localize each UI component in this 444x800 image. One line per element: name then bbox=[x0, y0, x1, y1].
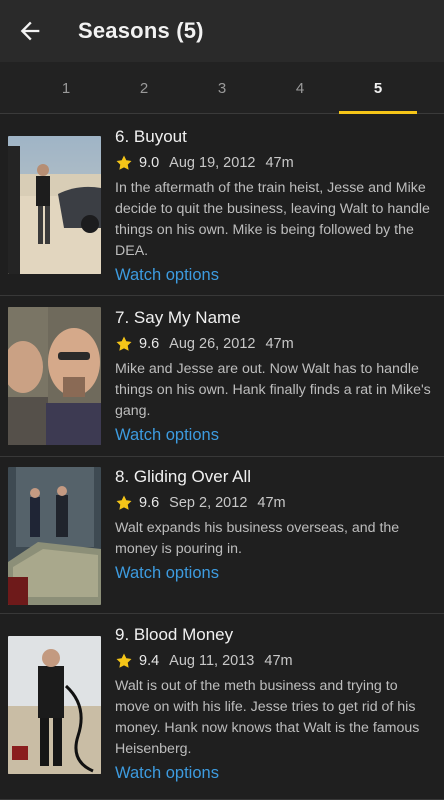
watch-options-link[interactable]: Watch options bbox=[115, 264, 219, 286]
app-bar: Seasons (5) bbox=[0, 0, 444, 62]
episode-row[interactable]: 9. Blood Money 9.4 Aug 11, 2013 47m Walt… bbox=[0, 614, 444, 800]
watch-options-link[interactable]: Watch options bbox=[115, 762, 219, 784]
episode-title[interactable]: 9. Blood Money bbox=[115, 624, 434, 646]
tab-season-3[interactable]: 3 bbox=[183, 62, 261, 114]
episode-air-date: Sep 2, 2012 bbox=[169, 495, 248, 511]
episode-air-date: Aug 26, 2012 bbox=[169, 336, 256, 352]
star-icon bbox=[116, 155, 132, 170]
episode-description: Walt is out of the meth business and try… bbox=[115, 678, 420, 757]
episode-rating: 9.6 bbox=[139, 336, 160, 352]
watch-options-link[interactable]: Watch options bbox=[115, 424, 219, 446]
episode-air-date: Aug 19, 2012 bbox=[169, 155, 256, 171]
star-icon bbox=[116, 336, 132, 351]
episode-rating: 9.6 bbox=[139, 495, 160, 511]
episode-description: Walt expands his business overseas, and … bbox=[115, 520, 400, 557]
episode-title[interactable]: 7. Say My Name bbox=[115, 307, 434, 329]
episode-thumbnail[interactable] bbox=[8, 136, 101, 274]
episode-title[interactable]: 6. Buyout bbox=[115, 126, 434, 148]
episode-runtime: 47m bbox=[265, 155, 294, 171]
episode-thumbnail[interactable] bbox=[8, 636, 101, 774]
episode-air-date: Aug 11, 2013 bbox=[169, 653, 255, 669]
tab-season-5[interactable]: 5 bbox=[339, 62, 417, 114]
episode-runtime: 47m bbox=[257, 495, 286, 511]
episode-description: Mike and Jesse are out. Now Walt has to … bbox=[115, 361, 431, 419]
episode-row[interactable]: 8. Gliding Over All 9.6 Sep 2, 2012 47m … bbox=[0, 457, 444, 614]
episode-runtime: 47m bbox=[264, 653, 293, 669]
season-tabs: 1 2 3 4 5 bbox=[0, 62, 444, 114]
episode-row[interactable]: 7. Say My Name 9.6 Aug 26, 2012 47m Mike… bbox=[0, 296, 444, 457]
tab-season-1[interactable]: 1 bbox=[27, 62, 105, 114]
watch-options-link[interactable]: Watch options bbox=[115, 562, 219, 584]
star-icon bbox=[116, 495, 132, 510]
episode-title[interactable]: 8. Gliding Over All bbox=[115, 466, 434, 488]
back-arrow-icon[interactable] bbox=[16, 17, 44, 45]
episode-description: In the aftermath of the train heist, Jes… bbox=[115, 180, 430, 259]
episode-row[interactable]: 6. Buyout 9.0 Aug 19, 2012 47m In the af… bbox=[0, 114, 444, 296]
tab-season-4[interactable]: 4 bbox=[261, 62, 339, 114]
episode-runtime: 47m bbox=[265, 336, 294, 352]
star-icon bbox=[116, 653, 132, 668]
episode-thumbnail[interactable] bbox=[8, 467, 101, 605]
episode-rating: 9.0 bbox=[139, 155, 160, 171]
tab-season-2[interactable]: 2 bbox=[105, 62, 183, 114]
episode-rating: 9.4 bbox=[139, 653, 160, 669]
episode-thumbnail[interactable] bbox=[8, 307, 101, 445]
page-title: Seasons (5) bbox=[78, 18, 204, 43]
